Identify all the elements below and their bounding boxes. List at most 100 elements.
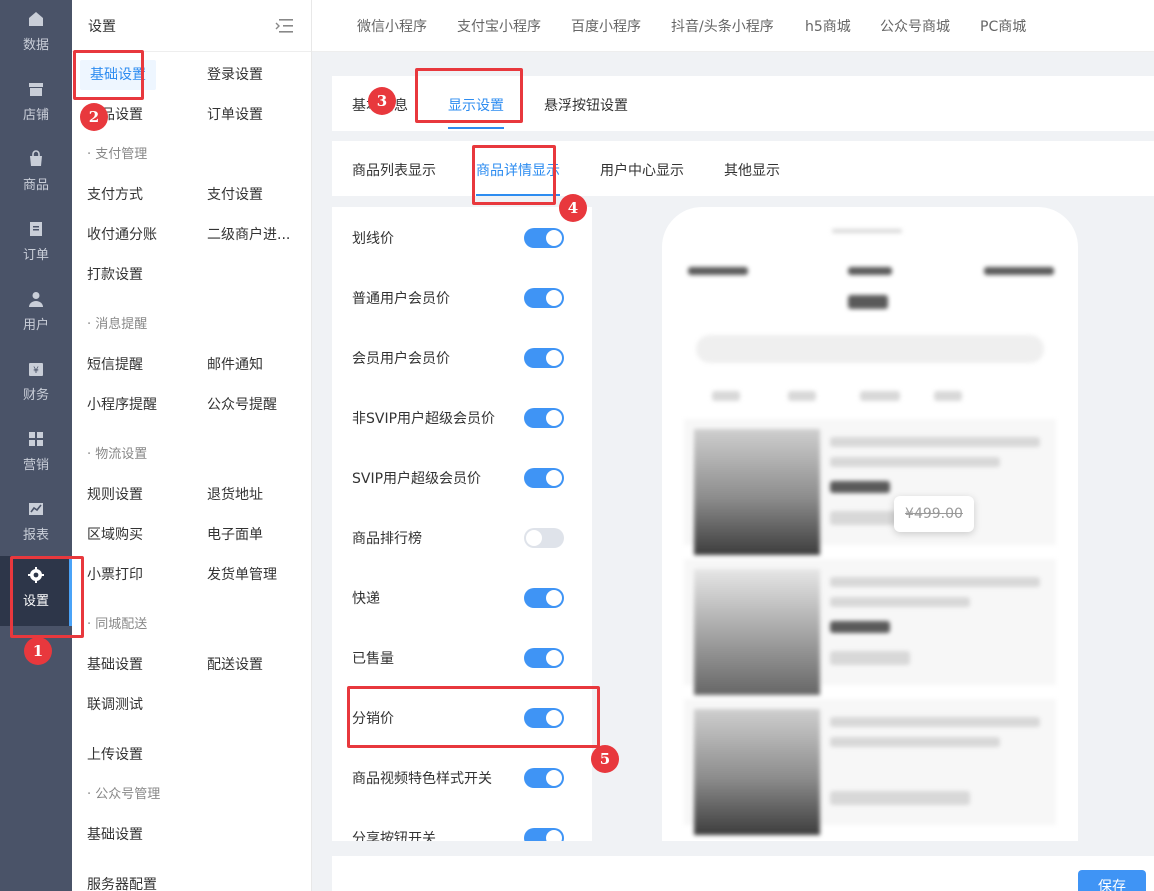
product-name-blur — [830, 717, 1040, 727]
setting-label: 商品排行榜 — [352, 531, 422, 547]
rail-item-product[interactable]: 商品 — [0, 140, 72, 210]
chart-icon — [29, 503, 43, 515]
tab-float-button-settings[interactable]: 悬浮按钮设置 — [544, 95, 628, 115]
tab-product-list-display[interactable]: 商品列表显示 — [352, 160, 436, 180]
store-icon — [29, 83, 43, 96]
subnav-sub-merchant[interactable]: 二级商户进... — [207, 220, 290, 250]
settings-section-tabs: 基本信息 显示设置 悬浮按钮设置 — [332, 76, 1154, 131]
subnav-split-account[interactable]: 收付通分账 — [87, 220, 157, 250]
sort-tab-blur — [860, 391, 900, 401]
tab-other-display[interactable]: 其他显示 — [724, 160, 780, 180]
toggle-switch[interactable] — [524, 588, 564, 608]
status-bar-left — [688, 267, 748, 275]
product-price-blur — [830, 651, 910, 665]
subnav-delivery-settings[interactable]: 配送设置 — [207, 650, 263, 680]
subnav-payout-settings[interactable]: 打款设置 — [87, 260, 143, 290]
subnav-upload-settings[interactable]: 上传设置 — [87, 740, 143, 770]
display-subtabs: 商品列表显示 商品详情显示 用户中心显示 其他显示 — [332, 141, 1154, 196]
toggle-switch[interactable] — [524, 708, 564, 728]
display-settings-list: 划线价 普通用户会员价 会员用户会员价 非SVIP用户超级会员价 SVIP用户超… — [332, 207, 592, 841]
sort-tab-blur — [934, 391, 962, 401]
yen-icon: ¥ — [29, 363, 43, 376]
rail-item-store[interactable]: 店铺 — [0, 70, 72, 140]
blurred-preview-content — [662, 207, 1078, 841]
rail-item-marketing[interactable]: 营销 — [0, 420, 72, 490]
product-image — [694, 569, 820, 695]
subnav-receipt-print[interactable]: 小票打印 — [87, 560, 143, 590]
tab-douyin-mini[interactable]: 抖音/头条小程序 — [671, 16, 774, 36]
rail-label: 店铺 — [22, 108, 49, 123]
bag-icon — [30, 150, 42, 166]
tab-alipay-mini[interactable]: 支付宝小程序 — [457, 16, 541, 36]
product-tag-blur — [830, 621, 890, 633]
rail-item-order[interactable]: 订单 — [0, 210, 72, 280]
setting-label: 分享按钮开关 — [352, 831, 436, 841]
subnav-login-settings[interactable]: 登录设置 — [207, 60, 263, 90]
toggle-switch[interactable] — [524, 408, 564, 428]
product-tag-blur — [830, 481, 890, 493]
rail-label: 商品 — [22, 178, 49, 193]
rail-label: 设置 — [22, 594, 49, 609]
subnav-order-settings[interactable]: 订单设置 — [207, 100, 263, 130]
toggle-switch[interactable] — [524, 348, 564, 368]
setting-label: 非SVIP用户超级会员价 — [352, 411, 496, 427]
status-bar-right — [984, 267, 1054, 275]
tab-product-detail-display[interactable]: 商品详情显示 — [476, 160, 560, 180]
toggle-switch[interactable] — [524, 468, 564, 488]
bottom-action-bar — [332, 856, 1154, 891]
rail-item-finance[interactable]: ¥ 财务 — [0, 350, 72, 420]
product-name-blur — [830, 577, 1040, 587]
subnav-region-purchase[interactable]: 区域购买 — [87, 520, 143, 550]
tab-display-settings[interactable]: 显示设置 — [448, 95, 504, 115]
sort-tab-blur — [712, 391, 740, 401]
tab-wechat-mini[interactable]: 微信小程序 — [357, 16, 427, 36]
rail-item-report[interactable]: 报表 — [0, 490, 72, 560]
save-button[interactable]: 保存 — [1078, 870, 1146, 891]
tab-user-center-display[interactable]: 用户中心显示 — [600, 160, 684, 180]
product-price-blur — [830, 791, 970, 805]
subnav-shipping-list[interactable]: 发货单管理 — [207, 560, 277, 590]
rail-item-settings[interactable]: 设置 — [0, 556, 72, 626]
subnav-payment-method[interactable]: 支付方式 — [87, 180, 143, 210]
status-bar-time — [848, 267, 892, 275]
subnav-group-city-delivery: · 同城配送 — [87, 617, 148, 632]
phone-preview — [662, 207, 1078, 841]
subnav-mail[interactable]: 邮件通知 — [207, 350, 263, 380]
toggle-switch[interactable] — [524, 648, 564, 668]
collapse-menu-icon[interactable] — [275, 18, 293, 34]
tab-baidu-mini[interactable]: 百度小程序 — [571, 16, 641, 36]
subnav-miniprogram-reminder[interactable]: 小程序提醒 — [87, 390, 157, 420]
subnav-integration-test[interactable]: 联调测试 — [87, 690, 143, 720]
platform-tabs: 微信小程序 支付宝小程序 百度小程序 抖音/头条小程序 h5商城 公众号商城 P… — [312, 0, 1154, 52]
home-icon — [29, 12, 43, 26]
tab-pc-mall[interactable]: PC商城 — [980, 16, 1026, 36]
subnav-basic-settings[interactable]: 基础设置 — [80, 60, 156, 90]
step-badge: 4 — [559, 194, 587, 222]
rail-item-data[interactable]: 数据 — [0, 0, 72, 70]
tab-h5-mall[interactable]: h5商城 — [805, 16, 851, 36]
toggle-switch[interactable] — [524, 528, 564, 548]
rail-item-user[interactable]: 用户 — [0, 280, 72, 350]
toggle-switch[interactable] — [524, 228, 564, 248]
subnav-mp-basic[interactable]: 基础设置 — [87, 820, 143, 850]
product-name-blur — [830, 597, 970, 607]
page-title-blur — [848, 295, 888, 309]
toggle-switch[interactable] — [524, 828, 564, 841]
subnav-city-basic[interactable]: 基础设置 — [87, 650, 143, 680]
subnav-sms[interactable]: 短信提醒 — [87, 350, 143, 380]
subnav-official-account-reminder[interactable]: 公众号提醒 — [207, 390, 277, 420]
step-badge: 2 — [80, 103, 108, 131]
step-badge: 1 — [24, 637, 52, 665]
setting-label: 快递 — [352, 591, 380, 607]
toggle-switch[interactable] — [524, 288, 564, 308]
subnav-server-config[interactable]: 服务器配置 — [87, 870, 157, 891]
subnav-return-address[interactable]: 退货地址 — [207, 480, 263, 510]
subnav-payment-settings[interactable]: 支付设置 — [207, 180, 263, 210]
setting-label: 已售量 — [352, 651, 394, 667]
toggle-switch[interactable] — [524, 768, 564, 788]
subnav-group-messages: · 消息提醒 — [87, 317, 148, 332]
rail-label: 财务 — [22, 388, 49, 403]
subnav-rule-settings[interactable]: 规则设置 — [87, 480, 143, 510]
tab-official-account-mall[interactable]: 公众号商城 — [880, 16, 950, 36]
subnav-e-waybill[interactable]: 电子面单 — [207, 520, 263, 550]
